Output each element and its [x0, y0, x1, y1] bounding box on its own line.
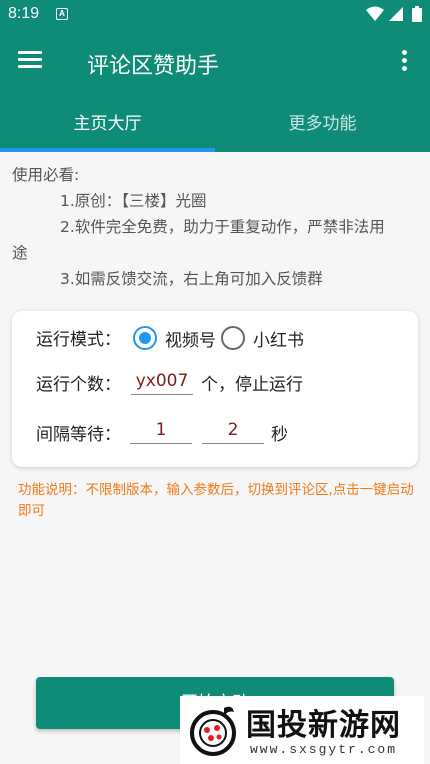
signal-icon — [389, 7, 403, 21]
run-mode-label: 运行模式： — [36, 330, 121, 350]
notice-line-2: 2.软件完全免费，助力于重复动作，严禁非法用 — [60, 218, 385, 236]
interval-unit: 秒 — [271, 425, 288, 445]
more-vert-icon[interactable] — [396, 50, 412, 78]
notice-line-3: 3.如需反馈交流，右上角可加入反馈群 — [60, 270, 323, 288]
notice-line-2-cont: 途 — [12, 244, 28, 262]
interval-max-input[interactable]: 2 — [202, 416, 264, 444]
usage-notice: 使用必看: 1.原创：【三楼】光圈 2.软件完全免费，助力于重复动作，严禁非法用… — [12, 162, 422, 292]
interval-min-input[interactable]: 1 — [130, 416, 192, 444]
wifi-icon — [366, 6, 384, 21]
feature-note: 功能说明：不限制版本，输入参数后，切换到评论区,点击一键启动即可 — [18, 482, 414, 519]
tab-main-hall[interactable]: 主页大厅 — [0, 94, 215, 152]
battery-icon — [412, 6, 422, 22]
tab-bar: 主页大厅 更多功能 — [0, 94, 430, 152]
tab-more-features[interactable]: 更多功能 — [215, 94, 430, 152]
app-title: 评论区赞助手 — [87, 54, 220, 79]
run-count-label: 运行个数： — [36, 375, 121, 395]
radio-video-channel-label[interactable]: 视频号 — [165, 326, 216, 351]
notice-line-1: 1.原创：【三楼】光圈 — [60, 192, 207, 210]
status-time: 8:19 — [8, 5, 40, 22]
watermark-brand: 国投新游网 — [246, 708, 401, 743]
app-bar: 评论区赞助手 — [0, 30, 430, 94]
interval-label: 间隔等待： — [36, 425, 121, 445]
status-bar: 8:19 A — [0, 0, 430, 30]
watermark-logo-icon — [190, 706, 236, 756]
notice-heading: 使用必看: — [12, 166, 80, 184]
radio-xiaohongshu-label[interactable]: 小红书 — [253, 326, 304, 351]
radio-video-channel[interactable] — [133, 326, 157, 350]
settings-card: 运行模式： 视频号 小红书 运行个数： yx007 个，停止运行 间隔等待： 1… — [12, 311, 418, 467]
watermark-url: www.sxsgytr.com — [250, 742, 398, 757]
hamburger-menu-icon[interactable] — [18, 48, 48, 76]
watermark: 国投新游网 www.sxsgytr.com — [180, 696, 424, 764]
tab-indicator — [0, 148, 215, 152]
run-count-suffix: 个，停止运行 — [201, 375, 303, 395]
run-count-input[interactable]: yx007 — [131, 367, 193, 395]
radio-xiaohongshu[interactable] — [221, 326, 245, 350]
notification-icon: A — [56, 8, 68, 20]
